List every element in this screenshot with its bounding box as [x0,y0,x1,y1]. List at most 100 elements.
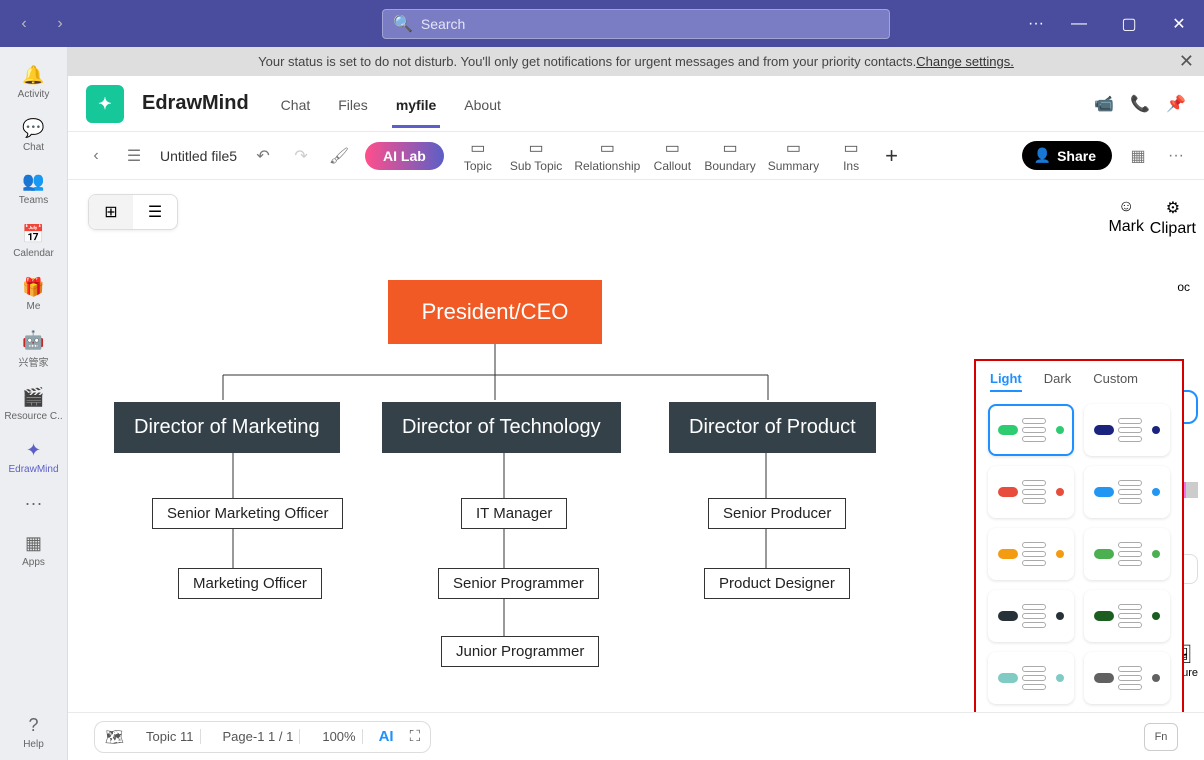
notice-text: Your status is set to do not disturb. Yo… [258,54,916,69]
sidebar-icon: 🔔 [22,63,46,87]
view-outline-icon[interactable]: ☰ [133,195,177,229]
sidebar-item-edrawmind[interactable]: ✦EdrawMind [4,432,64,485]
maximize-button[interactable]: ▢ [1114,9,1144,39]
oc-label: oc [1177,280,1190,294]
tb-ins[interactable]: ▭Ins [831,138,871,173]
tab-files[interactable]: Files [334,79,372,128]
theme-thumb[interactable] [988,528,1074,580]
org-l2-1[interactable]: Director of Technology [382,402,621,453]
theme-thumb[interactable] [1084,466,1170,518]
more-icon[interactable]: ··· [1028,15,1044,33]
sidebar-icon: 🎁 [22,275,46,299]
theme-thumb[interactable] [1084,404,1170,456]
nav-back[interactable]: ‹ [10,10,38,38]
redo-icon[interactable]: ↷ [289,144,313,168]
theme-tab-dark[interactable]: Dark [1044,371,1071,392]
sidebar-item-chat[interactable]: 💬Chat [4,110,64,163]
sidebar-icon: 🤖 [22,328,46,352]
org-leaf[interactable]: Senior Marketing Officer [152,498,343,529]
sidebar-item-activity[interactable]: 🔔Activity [4,57,64,110]
app-logo: ✦ [86,85,124,123]
clipart-button[interactable]: ⚙Clipart [1150,198,1196,238]
sidebar-item-resource c..[interactable]: 🎬Resource C.. [4,379,64,432]
fn-button[interactable]: Fn [1144,723,1178,751]
sidebar-item-兴管家[interactable]: 🤖兴管家 [4,322,64,379]
sidebar-icon: 📅 [22,222,46,246]
close-button[interactable]: ✕ [1164,9,1194,39]
camera-icon[interactable]: 📹 [1094,94,1114,114]
toolbar: ‹ ☰ Untitled file5 ↶ ↷ 🖌 AI Lab ▭Topic ▭S… [68,132,1204,180]
ellipsis-icon[interactable]: ··· [1164,144,1188,168]
menu-icon[interactable]: ☰ [122,144,146,168]
sidebar-item-calendar[interactable]: 📅Calendar [4,216,64,269]
map-icon[interactable]: 🗺 [105,728,124,746]
grid-icon[interactable]: ▦ [1126,144,1150,168]
sidebar-help[interactable]: ?Help [4,707,64,760]
org-leaf[interactable]: Senior Producer [708,498,846,529]
ai-icon[interactable]: AI [379,728,394,745]
share-button[interactable]: 👤Share [1022,141,1112,170]
tb-relationship[interactable]: ▭Relationship [574,138,640,173]
minimize-button[interactable]: — [1064,9,1094,39]
theme-thumb[interactable] [1084,528,1170,580]
theme-tab-custom[interactable]: Custom [1093,371,1138,392]
theme-thumb[interactable] [988,652,1074,704]
sidebar-icon: 👥 [22,169,46,193]
tb-topic[interactable]: ▭Topic [458,138,498,173]
theme-thumb[interactable] [1084,590,1170,642]
org-leaf[interactable]: Senior Programmer [438,568,599,599]
org-root[interactable]: President/CEO [388,280,602,344]
theme-thumb[interactable] [1084,652,1170,704]
ai-lab-button[interactable]: AI Lab [365,142,444,170]
status-zoom: 100% [316,729,362,744]
tab-about[interactable]: About [460,79,505,128]
tab-chat[interactable]: Chat [277,79,315,128]
sidebar-more[interactable]: ··· [4,485,64,525]
fullscreen-icon[interactable]: ⛶ [410,728,421,745]
search-icon: 🔍 [393,14,413,34]
nav-forward[interactable]: › [46,10,74,38]
pin-icon[interactable]: 📌 [1166,94,1186,114]
view-mindmap-icon[interactable]: ⊞ [89,195,133,229]
app-header: ✦ EdrawMind ChatFilesmyfileAbout 📹 📞 📌 [68,76,1204,132]
tb-boundary[interactable]: ▭Boundary [704,138,755,173]
sidebar-item-me[interactable]: 🎁Me [4,269,64,322]
brush-icon[interactable]: 🖌 [327,144,351,168]
org-leaf[interactable]: Marketing Officer [178,568,322,599]
search-box[interactable]: 🔍 [382,9,890,39]
sidebar-icon: ✦ [22,438,46,462]
filename: Untitled file5 [160,148,237,164]
tb-callout[interactable]: ▭Callout [652,138,692,173]
theme-tab-light[interactable]: Light [990,371,1022,392]
mark-button[interactable]: ☺Mark [1108,198,1144,236]
call-icon[interactable]: 📞 [1130,94,1150,114]
theme-thumb[interactable] [988,466,1074,518]
sidebar-item-teams[interactable]: 👥Teams [4,163,64,216]
theme-thumb[interactable] [988,590,1074,642]
status-bar: 🗺 Topic 11 Page-1 1 / 1 100% AI ⛶ Fn [68,712,1204,760]
tb-sub-topic[interactable]: ▭Sub Topic [510,138,562,173]
org-l2-2[interactable]: Director of Product [669,402,876,453]
status-page: Page-1 1 / 1 [217,729,301,744]
back-icon[interactable]: ‹ [84,144,108,168]
tb-summary[interactable]: ▭Summary [768,138,819,173]
org-leaf[interactable]: Product Designer [704,568,850,599]
undo-icon[interactable]: ↶ [251,144,275,168]
search-input[interactable] [421,16,879,32]
sidebar-icon: 💬 [22,116,46,140]
add-icon[interactable]: + [885,143,898,169]
view-toggle[interactable]: ⊞ ☰ [88,194,178,230]
notice-close-icon[interactable]: ✕ [1179,51,1194,72]
org-leaf[interactable]: IT Manager [461,498,567,529]
sidebar-apps[interactable]: ▦Apps [4,525,64,578]
org-leaf[interactable]: Junior Programmer [441,636,599,667]
status-topic: Topic 11 [140,729,200,744]
theme-thumb[interactable] [988,404,1074,456]
notice-link[interactable]: Change settings. [916,54,1014,69]
tab-myfile[interactable]: myfile [392,79,440,128]
left-sidebar: 🔔Activity💬Chat👥Teams📅Calendar🎁Me🤖兴管家🎬Res… [0,47,68,760]
org-l2-0[interactable]: Director of Marketing [114,402,340,453]
canvas[interactable]: ⊞ ☰ President/CEO Director of Marketing … [68,180,1204,712]
notice-bar: Your status is set to do not disturb. Yo… [68,47,1204,76]
title-bar: ‹ › 🔍 ··· — ▢ ✕ [0,0,1204,47]
